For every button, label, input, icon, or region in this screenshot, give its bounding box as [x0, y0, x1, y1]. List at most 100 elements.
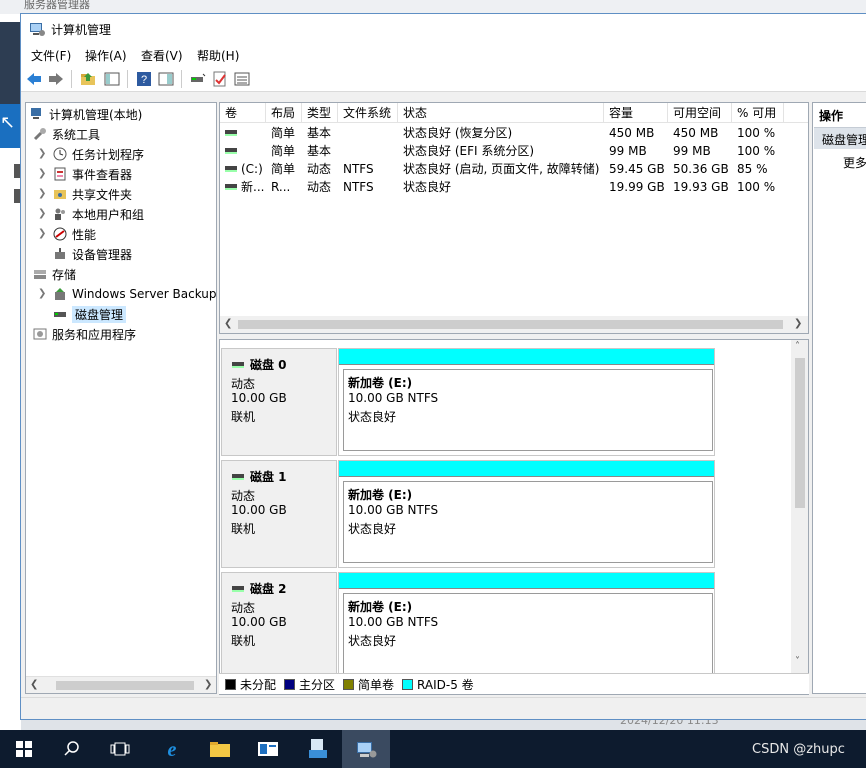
show-hide-tree-icon[interactable]	[103, 70, 121, 88]
column-header-free-space[interactable]: 可用空间	[668, 103, 732, 123]
volume-details: 新加卷 (E:) 10.00 GB NTFS 状态良好	[343, 593, 713, 675]
computer-management-taskbar-button[interactable]	[342, 730, 390, 768]
tree-item-shared-folders[interactable]: 共享文件夹	[52, 185, 132, 203]
legend-item: 简单卷	[343, 676, 394, 693]
scroll-right-icon[interactable]: ❯	[794, 318, 802, 329]
scroll-thumb[interactable]	[795, 358, 805, 508]
column-header-percent-free[interactable]: % 可用	[732, 103, 784, 123]
menu-action[interactable]: 操作(A)	[85, 47, 127, 64]
volume-row[interactable]: 简单 基本 状态良好 (恢复分区) 450 MB 450 MB 100 %	[220, 124, 808, 142]
actions-section-disk-management[interactable]: 磁盘管理	[814, 127, 866, 149]
background-window-title: 服务器管理器	[24, 0, 90, 11]
menu-help[interactable]: 帮助(H)	[197, 47, 239, 64]
title-bar[interactable]: 计算机管理	[21, 14, 866, 44]
expand-chevron-icon[interactable]: ❯	[38, 168, 46, 179]
status-bar	[21, 697, 866, 719]
task-view-button[interactable]	[96, 730, 144, 768]
windows-logo-icon	[16, 741, 32, 757]
help-icon[interactable]: ?	[135, 70, 153, 88]
tree-horizontal-scrollbar[interactable]: ❮ ❯	[26, 676, 216, 693]
expand-chevron-icon[interactable]: ❯	[38, 208, 46, 219]
column-header-filesystem[interactable]: 文件系统	[338, 103, 398, 123]
more-actions-link[interactable]: 更多	[843, 154, 866, 171]
tree-item-task-scheduler[interactable]: 任务计划程序	[52, 145, 144, 163]
search-button[interactable]	[48, 730, 96, 768]
volume-cell: 动态	[307, 180, 332, 194]
volume-list-header: 卷 布局 类型 文件系统 状态 容量 可用空间 % 可用	[220, 103, 808, 123]
scroll-thumb[interactable]	[56, 681, 194, 690]
disk-info-panel[interactable]: 磁盘 1 动态 10.00 GB 联机	[221, 460, 337, 568]
scroll-up-icon[interactable]: ˄	[795, 341, 800, 352]
volume-row[interactable]: 简单 基本 状态良好 (EFI 系统分区) 99 MB 99 MB 100 %	[220, 142, 808, 160]
tree-item-device-manager[interactable]: 设备管理器	[52, 245, 132, 263]
disk-volume[interactable]: 新加卷 (E:) 10.00 GB NTFS 状态良好	[338, 460, 715, 568]
file-explorer-button[interactable]	[196, 730, 244, 768]
up-folder-icon[interactable]	[79, 70, 97, 88]
menu-file[interactable]: 文件(F)	[31, 47, 71, 64]
expand-chevron-icon[interactable]: ❯	[38, 288, 46, 299]
volume-cell: 450 MB	[609, 126, 655, 140]
list-view-icon[interactable]	[233, 70, 251, 88]
tree-item-system-tools[interactable]: 系统工具	[32, 125, 100, 143]
volume-name-cell: 新...	[220, 178, 266, 196]
volume-status: 状态良好	[348, 634, 397, 648]
forward-arrow-icon[interactable]	[47, 70, 65, 88]
column-header-volume[interactable]: 卷	[220, 103, 266, 123]
tree-item-event-viewer[interactable]: 事件查看器	[52, 165, 132, 183]
scroll-right-icon[interactable]: ❯	[204, 679, 212, 690]
admin-tools-button[interactable]	[294, 730, 342, 768]
volume-name-cell: (C:)	[220, 160, 266, 178]
tree-item-disk-management[interactable]: 磁盘管理	[52, 305, 127, 323]
column-header-layout[interactable]: 布局	[266, 103, 302, 123]
storage-icon	[32, 266, 48, 282]
back-arrow-icon[interactable]	[25, 70, 43, 88]
computer-management-window: 计算机管理 文件(F) 操作(A) 查看(V) 帮助(H) ? 计算机管理(本地…	[20, 13, 866, 720]
checklist-icon[interactable]	[211, 70, 229, 88]
volume-horizontal-scrollbar[interactable]: ❮ ❯	[220, 316, 808, 333]
mouse-cursor-icon: ↖	[0, 112, 16, 133]
column-header-status[interactable]: 状态	[398, 103, 604, 123]
legend-item: 主分区	[284, 676, 335, 693]
disk-type: 动态	[231, 601, 256, 615]
volume-cell: 简单	[271, 144, 296, 158]
scroll-left-icon[interactable]: ❮	[30, 679, 38, 690]
disk-size: 10.00 GB	[231, 615, 287, 629]
server-manager-button[interactable]	[244, 730, 292, 768]
disk-state: 联机	[231, 410, 256, 424]
computer-management-icon	[30, 23, 45, 36]
volume-row[interactable]: (C:) 简单 动态 NTFS 状态良好 (启动, 页面文件, 故障转储) 59.45 G…	[220, 160, 808, 178]
connect-disk-icon[interactable]	[189, 70, 207, 88]
column-header-capacity[interactable]: 容量	[604, 103, 668, 123]
tree-item-performance[interactable]: 性能	[52, 225, 96, 243]
volume-cell	[338, 124, 398, 142]
internet-explorer-icon: e	[168, 739, 177, 760]
volume-row[interactable]: 新... R... 动态 NTFS 状态良好 19.99 GB 19.93 GB 100 %	[220, 178, 808, 196]
disk-size: 10.00 GB	[231, 391, 287, 405]
expand-chevron-icon[interactable]: ❯	[38, 148, 46, 159]
tools-icon	[32, 126, 48, 142]
internet-explorer-button[interactable]: e	[148, 730, 196, 768]
tree-item-local-users[interactable]: 本地用户和组	[52, 205, 144, 223]
tree-item-root[interactable]: 计算机管理(本地)	[29, 105, 142, 123]
expand-chevron-icon[interactable]: ❯	[38, 228, 46, 239]
scroll-thumb[interactable]	[238, 320, 783, 329]
disk-volume[interactable]: 新加卷 (E:) 10.00 GB NTFS 状态良好	[338, 572, 715, 680]
scroll-left-icon[interactable]: ❮	[224, 318, 232, 329]
menu-view[interactable]: 查看(V)	[141, 47, 183, 64]
properties-icon[interactable]	[157, 70, 175, 88]
disk-info-panel[interactable]: 磁盘 0 动态 10.00 GB 联机	[221, 348, 337, 456]
start-button[interactable]	[0, 730, 48, 768]
tree-item-windows-server-backup[interactable]: Windows Server Backup	[52, 285, 217, 303]
tree-item-storage[interactable]: 存储	[32, 265, 76, 283]
disk-icon	[232, 361, 244, 368]
disk-vertical-scrollbar[interactable]: ˄ ˅	[791, 340, 808, 694]
disk-volume[interactable]: 新加卷 (E:) 10.00 GB NTFS 状态良好	[338, 348, 715, 456]
tree-item-services-apps[interactable]: 服务和应用程序	[32, 325, 136, 343]
disk-info-panel[interactable]: 磁盘 2 动态 10.00 GB 联机	[221, 572, 337, 680]
column-header-type[interactable]: 类型	[302, 103, 338, 123]
raid5-volume-bar	[339, 461, 714, 477]
expand-chevron-icon[interactable]: ❯	[38, 188, 46, 199]
volume-cell: 简单	[271, 162, 296, 176]
scroll-down-icon[interactable]: ˅	[795, 656, 800, 667]
volume-cell: 简单	[271, 126, 296, 140]
